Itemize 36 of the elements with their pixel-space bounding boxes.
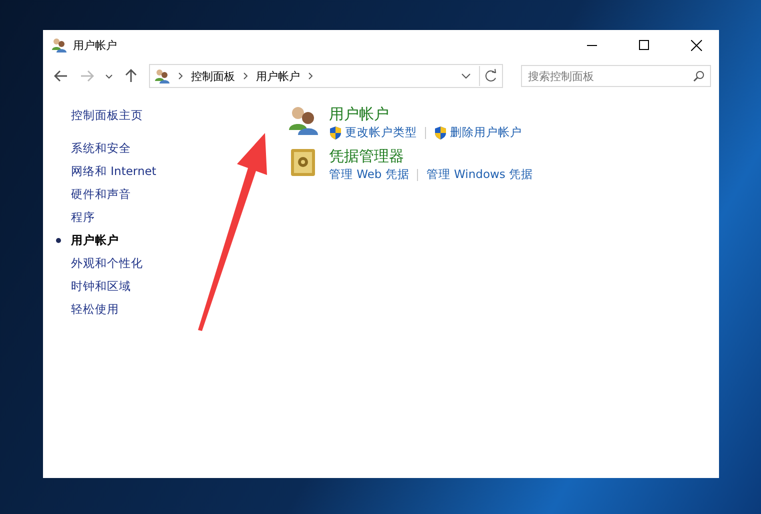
chevron-right-icon bbox=[178, 72, 183, 80]
sidebar-item[interactable]: 轻松使用 bbox=[55, 298, 119, 321]
users-icon bbox=[51, 37, 67, 53]
dropdown-icon[interactable] bbox=[461, 73, 471, 79]
users-icon bbox=[154, 68, 170, 84]
window-title: 用户帐户 bbox=[73, 38, 118, 52]
search-field[interactable]: 搜索控制面板 bbox=[521, 65, 711, 87]
sidebar-home-link[interactable]: 控制面板主页 bbox=[55, 104, 143, 127]
arrow-left-icon bbox=[54, 70, 68, 82]
maximize-icon bbox=[639, 40, 649, 50]
shield-icon bbox=[434, 126, 447, 140]
chevron-down-icon bbox=[105, 74, 113, 78]
sidebar-item[interactable]: 硬件和声音 bbox=[55, 183, 131, 206]
shield-icon bbox=[329, 126, 342, 140]
breadcrumb[interactable]: 用户帐户 bbox=[256, 68, 300, 84]
arrow-right-icon bbox=[80, 70, 94, 82]
sidebar-item[interactable]: 程序 bbox=[55, 206, 95, 229]
task-link[interactable]: 更改帐户类型 bbox=[329, 125, 417, 140]
task-link[interactable]: 管理 Windows 凭据 bbox=[426, 167, 534, 182]
breadcrumb[interactable]: 控制面板 bbox=[191, 68, 235, 84]
arrow-up-icon bbox=[125, 69, 137, 83]
sidebar-item[interactable]: 系统和安全 bbox=[55, 137, 131, 160]
chevron-right-icon bbox=[308, 72, 313, 80]
task-link[interactable]: 管理 Web 凭据 bbox=[329, 167, 410, 182]
chevron-right-icon bbox=[243, 72, 248, 80]
task-link[interactable]: 删除用户帐户 bbox=[434, 125, 522, 140]
sidebar-item[interactable]: 网络和 Internet bbox=[55, 160, 156, 183]
search-icon bbox=[693, 70, 705, 82]
category-title-link[interactable]: 用户帐户 bbox=[329, 104, 389, 124]
category-title-link[interactable]: 凭据管理器 bbox=[329, 146, 404, 166]
users-icon bbox=[287, 104, 319, 136]
sidebar-item[interactable]: 时钟和区域 bbox=[55, 275, 131, 298]
sidebar-item[interactable]: 用户帐户 bbox=[55, 229, 119, 252]
address-bar[interactable]: 控制面板 用户帐户 bbox=[149, 64, 503, 88]
sidebar-item[interactable]: 外观和个性化 bbox=[55, 252, 143, 275]
close-icon bbox=[690, 40, 702, 50]
